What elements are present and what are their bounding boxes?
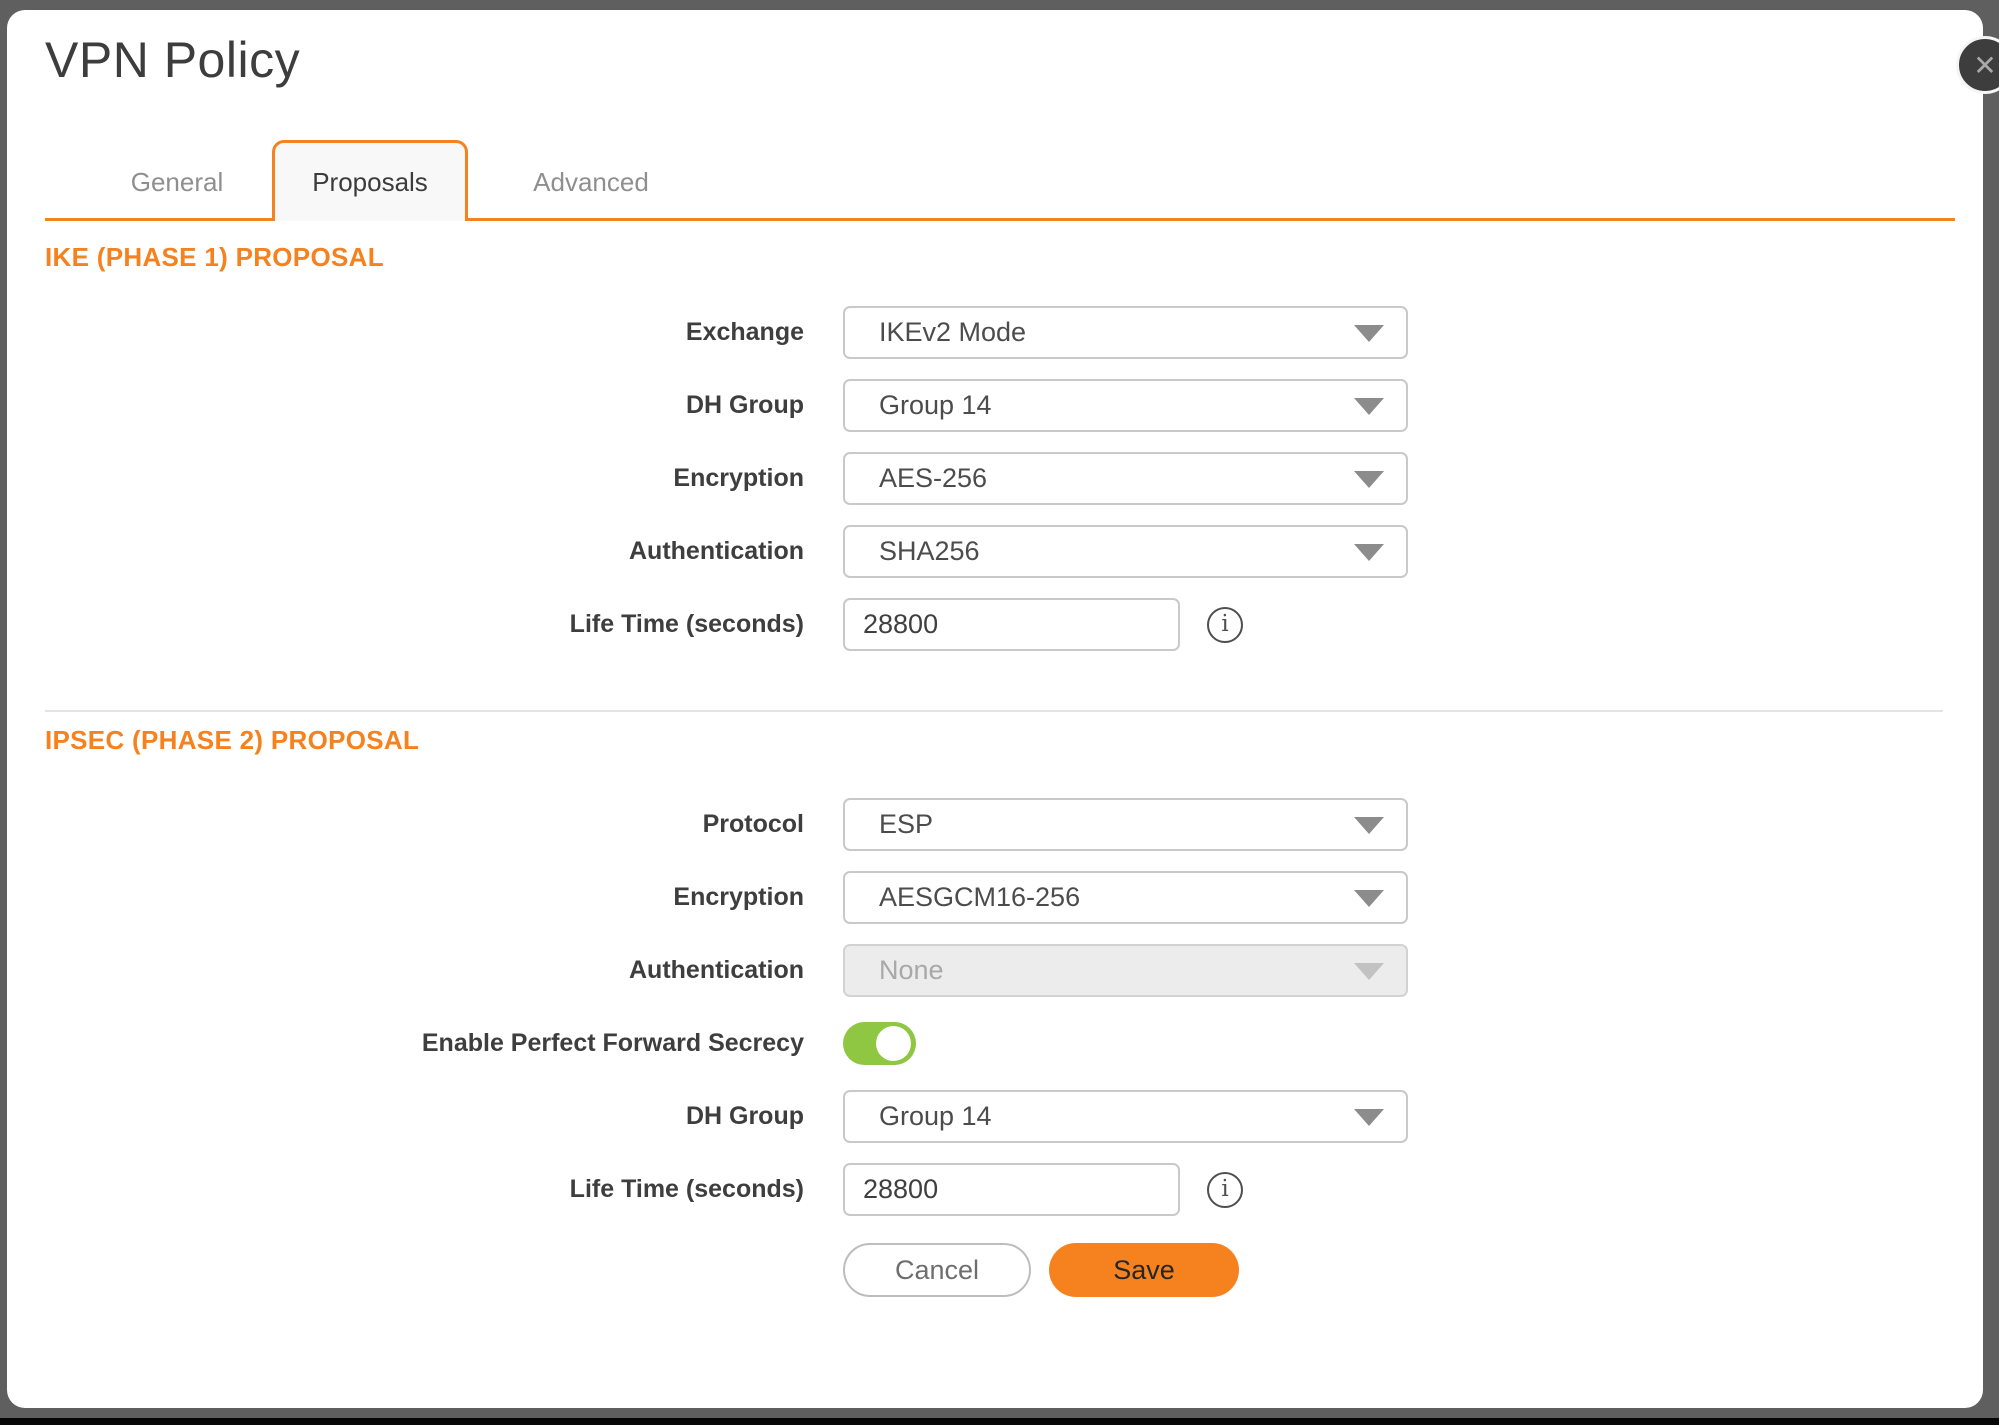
phase2-form: Protocol ESP Encryption AESGCM16-256 Authent… xyxy=(7,798,1983,1236)
tab-advanced[interactable]: Advanced xyxy=(494,143,688,221)
selected-value: Group 14 xyxy=(879,390,992,421)
dropdown-arrow-icon xyxy=(1354,963,1384,980)
close-icon: ✕ xyxy=(1973,49,1996,82)
phase2-encryption-control: AESGCM16-256 xyxy=(843,871,1408,924)
phase2-row-authentication: Authentication None xyxy=(7,944,1983,997)
phase2-authentication-label: Authentication xyxy=(7,956,804,985)
selected-value: None xyxy=(879,955,944,986)
tab-general[interactable]: General xyxy=(80,143,274,221)
phase1-row-encryption: Encryption AES-256 xyxy=(7,452,1983,505)
phase2-row-enable-perfect-forward-secrecy: Enable Perfect Forward Secrecy xyxy=(7,1017,1983,1070)
section-divider xyxy=(45,710,1943,712)
phase1-life-time-seconds-control: i xyxy=(843,598,1243,651)
phase1-authentication-control: SHA256 xyxy=(843,525,1408,578)
phase1-exchange-select[interactable]: IKEv2 Mode xyxy=(843,306,1408,359)
dropdown-arrow-icon xyxy=(1354,890,1384,907)
phase1-form: Exchange IKEv2 Mode DH Group Group 14 Encryp… xyxy=(7,306,1983,671)
info-icon[interactable]: i xyxy=(1207,1172,1243,1208)
save-button[interactable]: Save xyxy=(1049,1243,1239,1297)
phase1-row-authentication: Authentication SHA256 xyxy=(7,525,1983,578)
phase2-life-time-seconds-label: Life Time (seconds) xyxy=(7,1175,804,1204)
phase1-encryption-select[interactable]: AES-256 xyxy=(843,452,1408,505)
phase1-row-life-time-seconds: Life Time (seconds) i xyxy=(7,598,1983,651)
phase2-enable-perfect-forward-secrecy-label: Enable Perfect Forward Secrecy xyxy=(7,1029,804,1058)
phase1-life-time-seconds-input[interactable] xyxy=(843,598,1180,651)
phase1-row-exchange: Exchange IKEv2 Mode xyxy=(7,306,1983,359)
toggle-knob xyxy=(876,1026,911,1061)
vpn-policy-dialog: VPN Policy General Proposals Advanced IKE … xyxy=(7,10,1983,1408)
selected-value: Group 14 xyxy=(879,1101,992,1132)
phase2-authentication-select: None xyxy=(843,944,1408,997)
phase2-life-time-seconds-control: i xyxy=(843,1163,1243,1216)
info-icon[interactable]: i xyxy=(1207,607,1243,643)
phase2-encryption-select[interactable]: AESGCM16-256 xyxy=(843,871,1408,924)
phase2-dh-group-control: Group 14 xyxy=(843,1090,1408,1143)
phase1-exchange-control: IKEv2 Mode xyxy=(843,306,1408,359)
dialog-title: VPN Policy xyxy=(45,30,300,90)
footer-actions: Cancel Save xyxy=(843,1243,1239,1297)
dropdown-arrow-icon xyxy=(1354,471,1384,488)
phase2-encryption-label: Encryption xyxy=(7,883,804,912)
phase1-row-dh-group: DH Group Group 14 xyxy=(7,379,1983,432)
dropdown-arrow-icon xyxy=(1354,398,1384,415)
dropdown-arrow-icon xyxy=(1354,1109,1384,1126)
phase2-protocol-label: Protocol xyxy=(7,810,804,839)
tab-bar: General Proposals Advanced xyxy=(45,143,1955,221)
phase2-protocol-select[interactable]: ESP xyxy=(843,798,1408,851)
selected-value: SHA256 xyxy=(879,536,980,567)
tab-label: General xyxy=(131,167,224,198)
phase1-exchange-label: Exchange xyxy=(7,318,804,347)
tab-label: Proposals xyxy=(312,167,428,198)
phase1-dh-group-select[interactable]: Group 14 xyxy=(843,379,1408,432)
phase1-life-time-seconds-label: Life Time (seconds) xyxy=(7,610,804,639)
selected-value: AES-256 xyxy=(879,463,987,494)
dropdown-arrow-icon xyxy=(1354,544,1384,561)
phase2-row-dh-group: DH Group Group 14 xyxy=(7,1090,1983,1143)
phase1-section-heading: IKE (PHASE 1) PROPOSAL xyxy=(45,242,384,272)
phase2-section-heading: IPSEC (PHASE 2) PROPOSAL xyxy=(45,725,419,755)
cancel-button[interactable]: Cancel xyxy=(843,1243,1031,1297)
selected-value: AESGCM16-256 xyxy=(879,882,1080,913)
tab-proposals[interactable]: Proposals xyxy=(272,140,468,221)
phase1-authentication-select[interactable]: SHA256 xyxy=(843,525,1408,578)
phase2-authentication-control: None xyxy=(843,944,1408,997)
selected-value: ESP xyxy=(879,809,933,840)
dropdown-arrow-icon xyxy=(1354,325,1384,342)
phase1-encryption-label: Encryption xyxy=(7,464,804,493)
phase2-dh-group-select[interactable]: Group 14 xyxy=(843,1090,1408,1143)
phase2-row-protocol: Protocol ESP xyxy=(7,798,1983,851)
phase2-dh-group-label: DH Group xyxy=(7,1102,804,1131)
phase2-row-life-time-seconds: Life Time (seconds) i xyxy=(7,1163,1983,1216)
selected-value: IKEv2 Mode xyxy=(879,317,1026,348)
phase2-enable-perfect-forward-secrecy-control xyxy=(843,1022,916,1065)
phase2-life-time-seconds-input[interactable] xyxy=(843,1163,1180,1216)
phase2-enable-perfect-forward-secrecy-toggle[interactable] xyxy=(843,1022,916,1065)
phase1-authentication-label: Authentication xyxy=(7,537,804,566)
phase1-encryption-control: AES-256 xyxy=(843,452,1408,505)
dropdown-arrow-icon xyxy=(1354,817,1384,834)
tab-label: Advanced xyxy=(533,167,649,198)
phase1-dh-group-label: DH Group xyxy=(7,391,804,420)
phase1-dh-group-control: Group 14 xyxy=(843,379,1408,432)
phase2-row-encryption: Encryption AESGCM16-256 xyxy=(7,871,1983,924)
bottom-bar xyxy=(0,1418,1999,1425)
phase2-protocol-control: ESP xyxy=(843,798,1408,851)
